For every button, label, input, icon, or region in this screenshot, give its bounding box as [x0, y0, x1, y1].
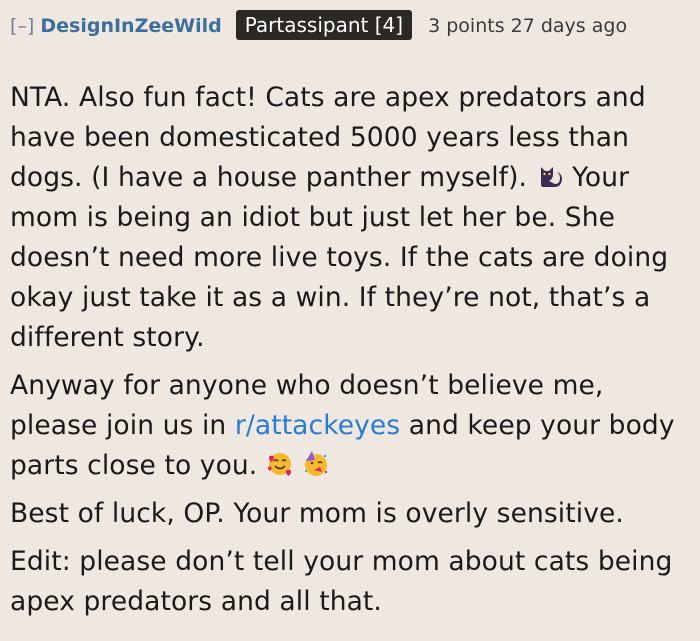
user-flair: Partassipant [4] — [235, 10, 413, 40]
comment-body: NTA. Also fun fact! Cats are apex predat… — [10, 78, 698, 630]
paragraph-4: Edit: please don’t tell your mom about c… — [10, 546, 673, 617]
paragraph-3: Best of luck, OP. Your mom is overly sen… — [10, 498, 624, 529]
comment-header: [–] DesignInZeeWild Partassipant [4] 3 p… — [10, 10, 690, 42]
subreddit-link[interactable]: r/attackeyes — [235, 410, 400, 441]
partying-face-icon — [302, 450, 330, 478]
paragraph-2: Anyway for anyone who doesn’t believe me… — [10, 366, 698, 486]
black-cat-icon — [536, 162, 564, 190]
timestamp: 27 days ago — [510, 15, 628, 37]
score: 3 points — [428, 15, 505, 37]
smiling-face-with-hearts-icon — [266, 450, 294, 478]
collapse-toggle[interactable]: [–] — [10, 15, 34, 37]
author-link[interactable]: DesignInZeeWild — [40, 15, 221, 37]
paragraph-1: NTA. Also fun fact! Cats are apex predat… — [10, 78, 698, 358]
comment: [–] DesignInZeeWild Partassipant [4] 3 p… — [0, 0, 700, 641]
